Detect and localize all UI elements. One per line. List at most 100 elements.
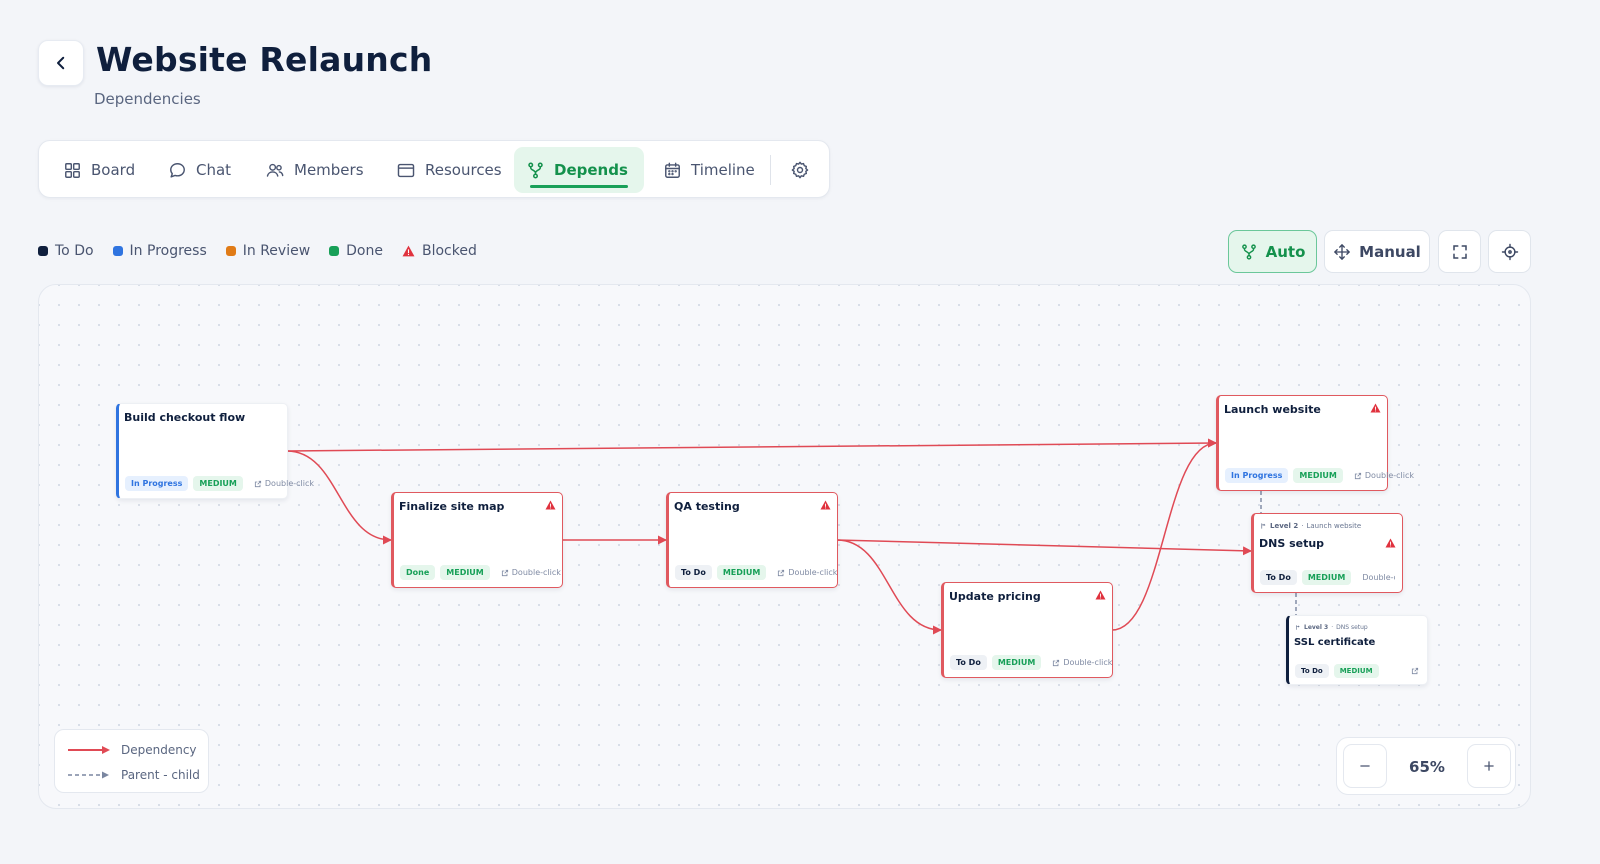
edge-pricing-to-launch[interactable] xyxy=(1111,438,1217,631)
tab-resources[interactable]: Resources xyxy=(384,147,514,193)
open-task-link[interactable]: Double-click xyxy=(254,479,314,488)
warning-icon xyxy=(820,500,831,510)
double-click-hint: Double-click xyxy=(511,568,561,577)
open-task-link[interactable]: Double-click xyxy=(1052,658,1112,667)
dependency-canvas[interactable]: Build checkout flow In Progress MEDIUM D… xyxy=(38,284,1531,809)
zoom-level: 65% xyxy=(1409,758,1445,776)
tab-depends[interactable]: Depends xyxy=(514,147,644,193)
settings-button[interactable] xyxy=(784,154,816,186)
priority-badge: MEDIUM xyxy=(991,655,1042,670)
auto-layout-label: Auto xyxy=(1265,242,1306,261)
task-node-dns-setup[interactable]: Level 2 · Launch website DNS setup To Do… xyxy=(1251,513,1403,593)
chevron-left-icon xyxy=(57,56,65,70)
level-separator: · xyxy=(1301,522,1304,530)
legend-done: Done xyxy=(329,243,383,259)
task-title: SSL certificate xyxy=(1294,637,1376,648)
users-icon xyxy=(266,163,284,177)
branch-icon xyxy=(1241,243,1256,260)
tab-board-label: Board xyxy=(91,161,136,179)
task-node-finalize-site-map[interactable]: Finalize site map Done MEDIUM Double-cli… xyxy=(391,492,563,588)
crosshair-icon xyxy=(1501,243,1518,260)
page-subtitle: Dependencies xyxy=(94,90,201,108)
fullscreen-icon xyxy=(1452,244,1467,259)
legend-dependency-label: Dependency xyxy=(121,743,197,757)
gear-icon xyxy=(791,161,809,179)
priority-badge: MEDIUM xyxy=(1301,570,1352,585)
warning-icon xyxy=(1370,403,1381,413)
legend-todo: To Do xyxy=(38,243,94,259)
active-tab-indicator xyxy=(530,185,628,188)
tab-chat[interactable]: Chat xyxy=(156,147,243,193)
double-click-hint: Double-click xyxy=(1362,573,1395,582)
double-click-hint: Double-click xyxy=(1364,471,1414,480)
warning-icon xyxy=(1385,538,1396,548)
task-title: DNS setup xyxy=(1259,537,1325,550)
task-node-ssl-certificate[interactable]: Level 3 · DNS setup SSL certificate To D… xyxy=(1286,615,1428,685)
parent-child-arrow-icon xyxy=(68,771,109,779)
priority-badge: MEDIUM xyxy=(1333,664,1379,678)
tab-timeline[interactable]: Timeline xyxy=(651,147,767,193)
edge-qa-to-pricing[interactable] xyxy=(836,539,942,635)
tab-timeline-label: Timeline xyxy=(691,161,755,179)
back-button[interactable] xyxy=(38,40,84,86)
external-link-icon xyxy=(254,480,261,487)
minus-icon xyxy=(1360,765,1370,767)
fullscreen-button[interactable] xyxy=(1438,230,1481,273)
open-task-link[interactable]: Double-click xyxy=(501,568,561,577)
task-chips: To Do MEDIUM Double-click xyxy=(675,565,837,580)
connection-legend: Dependency Parent - child xyxy=(54,729,209,793)
warning-icon xyxy=(545,500,556,510)
level-label: Level 3 xyxy=(1304,624,1329,631)
task-title: Launch website xyxy=(1224,403,1321,416)
priority-badge: MEDIUM xyxy=(193,476,243,491)
project-tabs: Board Chat Members Resources Depends Tim… xyxy=(38,140,830,198)
task-node-launch-website[interactable]: Launch website In Progress MEDIUM Double… xyxy=(1216,395,1414,491)
tab-chat-label: Chat xyxy=(196,161,232,179)
edge-qa-to-dns[interactable] xyxy=(836,539,1252,556)
open-task-link[interactable]: Double-click xyxy=(777,568,837,577)
external-link-icon xyxy=(501,569,508,576)
tab-board[interactable]: Board xyxy=(51,147,147,193)
tab-members[interactable]: Members xyxy=(253,147,376,193)
external-link-icon xyxy=(778,569,785,576)
dependency-arrow-icon xyxy=(68,746,110,754)
level-separator: · xyxy=(1331,624,1334,631)
legend-in-progress-label: In Progress xyxy=(129,243,207,259)
task-title: Update pricing xyxy=(949,590,1041,603)
zoom-out-button[interactable] xyxy=(1343,744,1387,788)
plus-icon xyxy=(1484,761,1494,771)
move-icon xyxy=(1334,243,1350,260)
priority-badge: MEDIUM xyxy=(440,565,490,580)
external-link-icon xyxy=(1354,472,1361,479)
tab-members-label: Members xyxy=(294,161,364,179)
task-chips: In Progress MEDIUM Double-click xyxy=(125,476,314,491)
branch-icon xyxy=(528,161,543,179)
external-link-icon[interactable] xyxy=(1411,667,1419,675)
parent-name: DNS setup xyxy=(1336,624,1368,631)
tab-resources-label: Resources xyxy=(425,161,502,179)
status-badge: In Progress xyxy=(125,476,189,491)
task-node-build-checkout-flow[interactable]: Build checkout flow In Progress MEDIUM D… xyxy=(116,403,314,499)
tab-divider xyxy=(770,155,771,185)
zoom-in-button[interactable] xyxy=(1467,744,1511,788)
open-task-link[interactable]: Double-click xyxy=(1359,573,1395,582)
legend-in-review: In Review xyxy=(225,243,310,259)
double-click-hint: Double-click xyxy=(788,568,838,577)
task-node-qa-testing[interactable]: QA testing To Do MEDIUM Double-click xyxy=(666,492,838,588)
open-task-link[interactable]: Double-click xyxy=(1354,471,1414,480)
edge-build-to-sitemap[interactable] xyxy=(286,450,392,545)
parent-name: Launch website xyxy=(1306,522,1362,530)
grid-icon xyxy=(65,162,80,178)
task-chips: To Do MEDIUM Double-click xyxy=(950,655,1112,670)
auto-layout-button[interactable]: Auto xyxy=(1228,230,1317,273)
task-title: Finalize site map xyxy=(399,500,505,513)
manual-layout-button[interactable]: Manual xyxy=(1324,230,1430,273)
recenter-button[interactable] xyxy=(1488,230,1531,273)
chat-bubble-icon xyxy=(170,162,185,178)
legend-dependency: Dependency xyxy=(67,743,197,757)
level-label: Level 2 xyxy=(1270,522,1299,530)
task-node-update-pricing[interactable]: Update pricing To Do MEDIUM Double-click xyxy=(941,582,1113,678)
status-badge: To Do xyxy=(950,655,987,670)
in-progress-dot-icon xyxy=(112,246,123,256)
edge-build-to-launch[interactable] xyxy=(286,438,1217,452)
